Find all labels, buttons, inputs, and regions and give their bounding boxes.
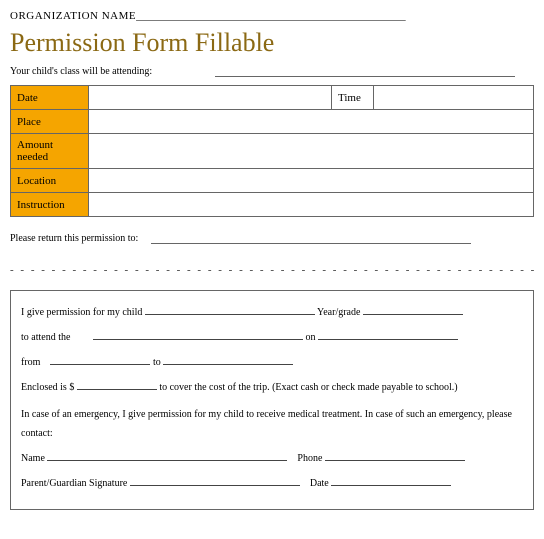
slip-text: I give permission for my child [21,307,142,318]
return-row: Please return this permission to: [10,233,534,244]
slip-text: from [21,357,40,368]
slip-text: Year/grade [317,307,360,318]
organization-blank[interactable]: ________________________________________… [136,10,406,22]
contact-phone-input[interactable] [325,451,465,461]
signature-date-label: Date [310,478,329,489]
contact-name-input[interactable] [47,451,287,461]
time-field[interactable] [374,86,534,110]
signature-date-input[interactable] [331,476,451,486]
cut-divider: - - - - - - - - - - - - - - - - - - - - … [10,264,534,276]
attend-date-input[interactable] [318,330,458,340]
details-table: Date Time Place Amount needed Location I… [10,85,534,217]
location-label: Location [11,169,89,193]
organization-name-row: ORGANIZATION NAME_______________________… [10,10,534,22]
amount-field[interactable] [89,134,534,169]
from-time-input[interactable] [50,355,150,365]
attending-row: Your child's class will be attending: [10,66,534,77]
attend-event-input[interactable] [93,330,303,340]
organization-label: ORGANIZATION NAME [10,10,136,22]
amount-label: Amount needed [11,134,89,169]
location-field[interactable] [89,169,534,193]
instruction-label: Instruction [11,193,89,217]
to-time-input[interactable] [163,355,293,365]
return-label: Please return this permission to: [10,233,138,244]
slip-text: to cover the cost of the trip. (Exact ca… [159,382,457,393]
contact-name-label: Name [21,453,45,464]
date-field[interactable] [89,86,332,110]
place-label: Place [11,110,89,134]
slip-text: to attend the [21,332,70,343]
slip-text: to [153,357,161,368]
date-label: Date [11,86,89,110]
permission-slip: I give permission for my child Year/grad… [10,290,534,510]
child-name-input[interactable] [145,305,315,315]
slip-text: Enclosed is $ [21,382,74,393]
year-grade-input[interactable] [363,305,463,315]
time-label: Time [332,86,374,110]
signature-label: Parent/Guardian Signature [21,478,127,489]
page-title: Permission Form Fillable [10,28,534,58]
signature-input[interactable] [130,476,300,486]
return-input[interactable] [151,243,471,244]
instruction-field[interactable] [89,193,534,217]
attending-input[interactable] [215,76,515,77]
contact-phone-label: Phone [297,453,322,464]
slip-text: on [305,332,315,343]
place-field[interactable] [89,110,534,134]
attending-label: Your child's class will be attending: [10,66,152,77]
enclosed-amount-input[interactable] [77,380,157,390]
emergency-text: In case of an emergency, I give permissi… [21,405,523,443]
